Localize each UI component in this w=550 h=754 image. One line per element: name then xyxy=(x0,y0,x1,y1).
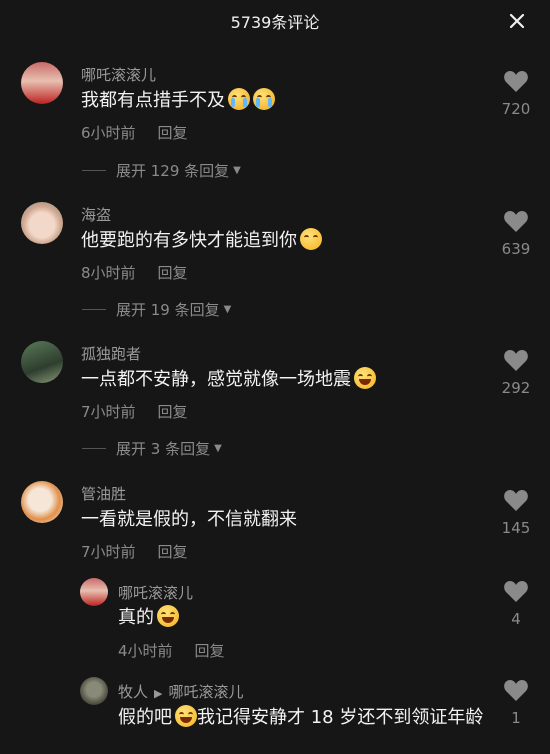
comment-username[interactable]: 哪吒滚滚儿 xyxy=(81,64,156,85)
reply-button[interactable]: 回复 xyxy=(195,642,225,660)
laughing-emoji-icon xyxy=(354,367,376,389)
expand-replies-button[interactable]: 展开 19 条回复 ▼ xyxy=(82,299,231,320)
laughing-emoji-icon xyxy=(157,605,179,627)
reply-button[interactable]: 回复 xyxy=(158,543,188,561)
heart-icon xyxy=(504,71,528,92)
comment-text: 一看就是假的，不信就翻来 xyxy=(81,509,297,530)
like-count: 1 xyxy=(511,709,521,727)
triangle-down-icon: ▼ xyxy=(223,304,232,315)
like-count: 145 xyxy=(501,519,531,537)
comment-time: 7小时前 xyxy=(81,543,136,561)
comment-text-body: 他要跑的有多快才能追到你 xyxy=(81,230,297,251)
reply-text: 真的 xyxy=(118,604,179,631)
comment-meta: 8小时前 回复 xyxy=(81,262,210,283)
reply-button[interactable]: 回复 xyxy=(158,124,188,142)
like-count: 292 xyxy=(501,379,531,397)
like-button[interactable]: 639 xyxy=(496,210,536,258)
heart-icon xyxy=(504,211,528,232)
reply-username[interactable]: 牧人 xyxy=(118,683,148,701)
like-count: 639 xyxy=(501,240,531,258)
reply-text-body: 真的 xyxy=(118,607,154,628)
expand-replies-label: 展开 129 条回复 xyxy=(116,162,230,180)
reply-username-line: 牧人 ▶ 哪吒滚滚儿 xyxy=(118,681,244,702)
close-button[interactable] xyxy=(506,10,528,32)
crying-emoji-icon xyxy=(253,88,275,110)
like-button[interactable]: 4 xyxy=(496,580,536,628)
heart-icon xyxy=(504,490,528,511)
comment-username[interactable]: 管油胜 xyxy=(81,483,126,504)
reply-text-body: 假的吧 xyxy=(118,707,172,728)
reply-to-username[interactable]: 哪吒滚滚儿 xyxy=(168,683,243,701)
reply-text-body-continued: 我记得安静才 18 岁还不到领证年龄 xyxy=(197,707,484,728)
reply-meta: 4小时前 回复 xyxy=(118,640,247,661)
reply-button[interactable]: 回复 xyxy=(158,403,188,421)
comment-text: 我都有点措手不及 xyxy=(81,87,275,114)
comments-count-title: 5739条评论 xyxy=(230,13,320,32)
comment-text: 他要跑的有多快才能追到你 xyxy=(81,227,322,254)
triangle-down-icon: ▼ xyxy=(214,443,222,454)
avatar[interactable] xyxy=(80,677,108,705)
avatar[interactable] xyxy=(21,202,63,244)
expand-replies-button[interactable]: 展开 3 条回复 ▼ xyxy=(82,438,222,459)
avatar[interactable] xyxy=(80,578,108,606)
like-button[interactable]: 1 xyxy=(496,679,536,727)
kissing-emoji-icon xyxy=(300,228,322,250)
reply-time: 4小时前 xyxy=(118,642,173,660)
reply-username[interactable]: 哪吒滚滚儿 xyxy=(118,582,193,603)
like-count: 4 xyxy=(511,610,521,628)
avatar[interactable] xyxy=(21,341,63,383)
comment-text-body: 一点都不安静，感觉就像一场地震 xyxy=(81,369,351,390)
like-button[interactable]: 145 xyxy=(496,489,536,537)
heart-icon xyxy=(504,581,528,602)
comment-time: 8小时前 xyxy=(81,264,136,282)
laughing-emoji-icon xyxy=(175,705,197,727)
triangle-down-icon: ▼ xyxy=(233,165,241,176)
comments-header: 5739条评论 xyxy=(0,0,550,42)
comment-time: 6小时前 xyxy=(81,124,136,142)
like-button[interactable]: 292 xyxy=(496,349,536,397)
comment-text: 一点都不安静，感觉就像一场地震 xyxy=(81,366,376,393)
reply-button[interactable]: 回复 xyxy=(158,264,188,282)
comment-meta: 6小时前 回复 xyxy=(81,122,210,143)
comment-username[interactable]: 海盗 xyxy=(81,204,111,225)
play-arrow-icon: ▶ xyxy=(154,687,163,700)
comment-text-body: 我都有点措手不及 xyxy=(81,90,225,111)
heart-icon xyxy=(504,350,528,371)
close-icon xyxy=(509,13,525,29)
comment-meta: 7小时前 回复 xyxy=(81,401,210,422)
expand-replies-button[interactable]: 展开 129 条回复 ▼ xyxy=(82,160,241,181)
avatar[interactable] xyxy=(21,481,63,523)
like-count: 720 xyxy=(501,100,531,118)
crying-emoji-icon xyxy=(228,88,250,110)
expand-replies-label: 展开 3 条回复 xyxy=(116,440,211,458)
reply-text: 假的吧 我记得安静才 18 岁还不到领证年龄 xyxy=(118,704,528,731)
avatar[interactable] xyxy=(21,62,63,104)
comment-time: 7小时前 xyxy=(81,403,136,421)
comment-meta: 7小时前 回复 xyxy=(81,541,210,562)
expand-replies-label: 展开 19 条回复 xyxy=(116,301,220,319)
comment-username[interactable]: 孤独跑者 xyxy=(81,343,141,364)
like-button[interactable]: 720 xyxy=(496,70,536,118)
heart-icon xyxy=(504,680,528,701)
